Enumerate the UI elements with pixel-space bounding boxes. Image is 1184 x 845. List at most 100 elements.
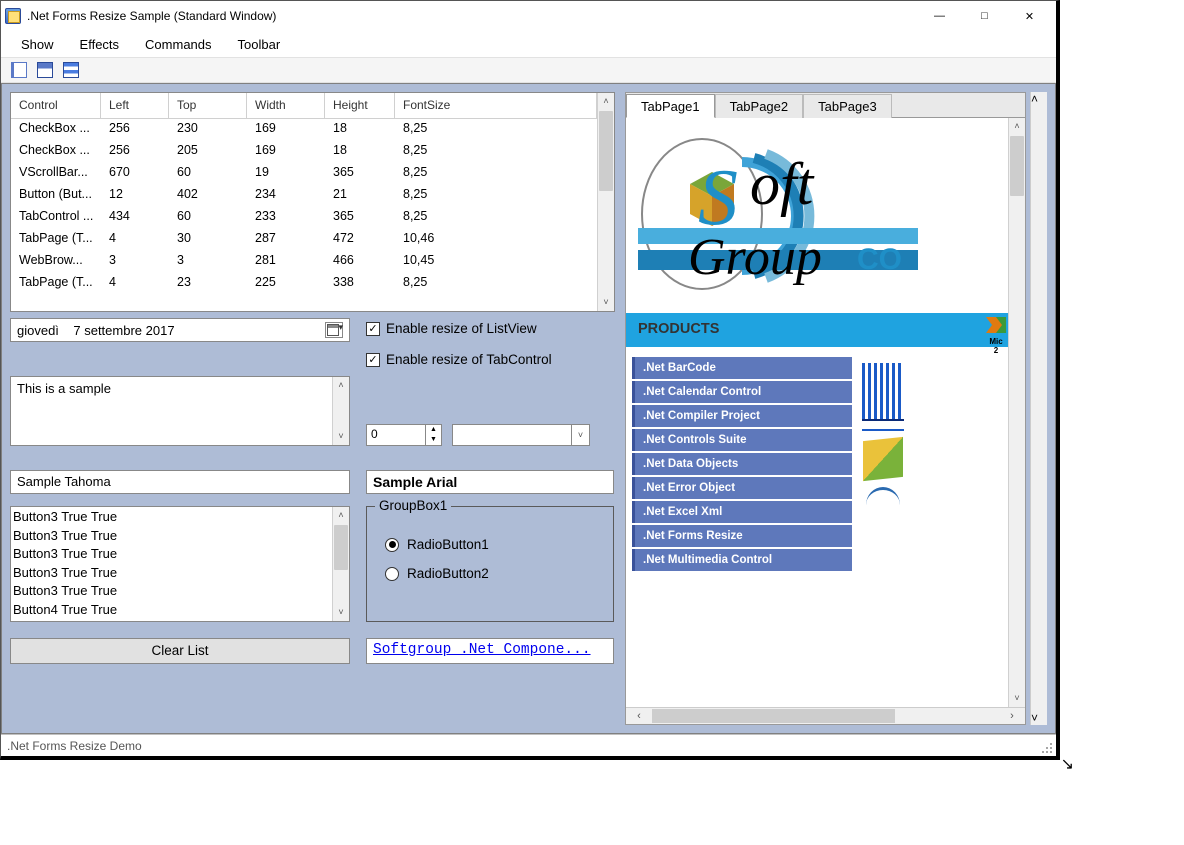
table-row[interactable]: TabPage (T...43028747210,46: [11, 229, 597, 251]
listbox-scrollbar[interactable]: ˄ ˅: [332, 507, 349, 621]
scroll-down-icon[interactable]: ˅: [333, 428, 349, 445]
table-row[interactable]: CheckBox ...256230169188,25: [11, 119, 597, 141]
scroll-up-icon[interactable]: ˄: [333, 377, 349, 394]
table-row[interactable]: WebBrow...3328146610,45: [11, 251, 597, 273]
cell: 169: [247, 119, 325, 141]
scroll-up-icon[interactable]: ˄: [598, 93, 614, 110]
product-item[interactable]: .Net Calendar Control: [632, 381, 852, 403]
scroll-left-icon[interactable]: ‹: [626, 708, 652, 724]
panel-vscroll[interactable]: ˄ ˅: [1030, 92, 1047, 725]
list-item[interactable]: Button3 True True: [13, 545, 330, 564]
softgroup-link[interactable]: Softgroup .Net Compone...: [366, 638, 614, 664]
mic-text2: 2: [984, 346, 1008, 355]
products-label: PRODUCTS: [638, 321, 719, 337]
date-picker[interactable]: giovedì 7 settembre 2017: [10, 318, 350, 342]
listview-scrollbar[interactable]: ˄ ˅: [597, 93, 614, 311]
product-item[interactable]: .Net Excel Xml: [632, 501, 852, 523]
cell: 23: [169, 273, 247, 295]
list-item[interactable]: Button3 True True: [13, 582, 330, 601]
clear-list-button[interactable]: Clear List: [10, 638, 350, 664]
cell: 365: [325, 163, 395, 185]
controls-listview[interactable]: Control Left Top Width Height FontSize C…: [10, 92, 615, 312]
scroll-up-icon[interactable]: ˄: [1009, 118, 1025, 135]
menu-commands[interactable]: Commands: [135, 35, 221, 54]
link-anchor[interactable]: Softgroup .Net Compone...: [373, 642, 591, 658]
scroll-down-icon[interactable]: ˅: [1031, 711, 1047, 725]
web-browser-content[interactable]: oft S Group CO PRODUCTS: [626, 118, 1008, 707]
sample-textarea[interactable]: This is a sample ˄ ˅: [10, 376, 350, 446]
tool-bar: [1, 57, 1056, 83]
calendar-dropdown-icon[interactable]: [325, 322, 343, 338]
checkbox-resize-tabcontrol[interactable]: ✓: [366, 353, 380, 367]
table-row[interactable]: VScrollBar...67060193658,25: [11, 163, 597, 185]
list-icon[interactable]: [63, 62, 79, 78]
col-width[interactable]: Width: [247, 93, 325, 119]
textarea-scrollbar[interactable]: ˄ ˅: [332, 377, 349, 445]
scroll-down-icon[interactable]: ˅: [333, 604, 349, 621]
product-item[interactable]: .Net Data Objects: [632, 453, 852, 475]
product-item[interactable]: .Net Multimedia Control: [632, 549, 852, 571]
scroll-thumb[interactable]: [599, 111, 613, 191]
table-row[interactable]: CheckBox ...256205169188,25: [11, 141, 597, 163]
table-row[interactable]: TabControl ...434602333658,25: [11, 207, 597, 229]
maximize-button[interactable]: □: [962, 2, 1007, 30]
tab-page1[interactable]: TabPage1: [626, 94, 715, 118]
col-left[interactable]: Left: [101, 93, 169, 119]
scroll-thumb[interactable]: [334, 525, 348, 570]
list-item[interactable]: Button3 True True: [13, 527, 330, 546]
table-row[interactable]: TabPage (T...4232253388,25: [11, 273, 597, 295]
svg-text:Group: Group: [688, 229, 822, 286]
spinner-value[interactable]: 0: [367, 425, 425, 445]
browser-vscroll[interactable]: ˄ ˅: [1008, 118, 1025, 707]
product-item[interactable]: .Net Controls Suite: [632, 429, 852, 451]
col-fontsize[interactable]: FontSize: [395, 93, 597, 119]
new-document-icon[interactable]: [11, 62, 27, 78]
scroll-thumb[interactable]: [1010, 136, 1024, 196]
minimize-button[interactable]: —: [917, 2, 962, 30]
scroll-down-icon[interactable]: ˅: [1009, 690, 1025, 707]
list-item[interactable]: Button3 True True: [13, 508, 330, 527]
radiobutton2[interactable]: [385, 567, 399, 581]
spinner-down-icon[interactable]: ▼: [426, 435, 441, 445]
list-item[interactable]: Button4 True True: [13, 601, 330, 620]
numeric-spinner[interactable]: 0 ▲ ▼: [366, 424, 442, 446]
tahoma-textfield[interactable]: Sample Tahoma: [10, 470, 350, 494]
product-item[interactable]: .Net Error Object: [632, 477, 852, 499]
checkbox-resize-listview[interactable]: ✓: [366, 322, 380, 336]
chevron-down-icon[interactable]: ˅: [571, 425, 589, 445]
tab-page3[interactable]: TabPage3: [803, 94, 892, 118]
cell: 60: [169, 207, 247, 229]
radiobutton1[interactable]: [385, 538, 399, 552]
listbox[interactable]: Button3 True TrueButton3 True TrueButton…: [10, 506, 350, 622]
resize-grip-icon[interactable]: [1041, 742, 1053, 754]
cell: 8,25: [395, 163, 480, 185]
product-item[interactable]: .Net Forms Resize: [632, 525, 852, 547]
cell: 3: [169, 251, 247, 273]
scroll-right-icon[interactable]: ›: [999, 708, 1025, 724]
combobox[interactable]: ˅: [452, 424, 590, 446]
spinner-up-icon[interactable]: ▲: [426, 425, 441, 435]
menu-show[interactable]: Show: [11, 35, 64, 54]
scroll-up-icon[interactable]: ˄: [333, 507, 349, 524]
browser-hscroll[interactable]: ‹ ›: [626, 707, 1025, 724]
list-item[interactable]: Button3 True True: [13, 564, 330, 583]
menu-toolbar[interactable]: Toolbar: [228, 35, 291, 54]
date-value: 7 settembre 2017: [73, 323, 174, 338]
product-item[interactable]: .Net Compiler Project: [632, 405, 852, 427]
arial-textfield[interactable]: Sample Arial: [366, 470, 614, 494]
product-item[interactable]: .Net BarCode: [632, 357, 852, 379]
scroll-up-icon[interactable]: ˄: [1031, 92, 1047, 106]
close-button[interactable]: ✕: [1007, 2, 1052, 30]
cell: WebBrow...: [11, 251, 101, 273]
scroll-down-icon[interactable]: ˅: [598, 294, 614, 311]
menu-effects[interactable]: Effects: [70, 35, 130, 54]
cube-icon: [863, 437, 903, 481]
col-height[interactable]: Height: [325, 93, 395, 119]
window-title: .Net Forms Resize Sample (Standard Windo…: [27, 9, 917, 23]
col-top[interactable]: Top: [169, 93, 247, 119]
form-icon[interactable]: [37, 62, 53, 78]
table-row[interactable]: Button (But...12402234218,25: [11, 185, 597, 207]
tab-page2[interactable]: TabPage2: [715, 94, 804, 118]
scroll-thumb[interactable]: [652, 709, 895, 723]
col-control[interactable]: Control: [11, 93, 101, 119]
